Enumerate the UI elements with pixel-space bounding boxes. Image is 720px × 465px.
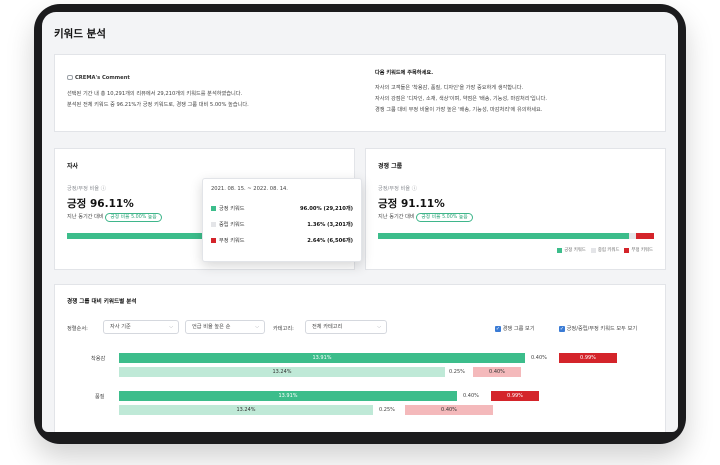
legend-neutral-swatch [590,247,596,253]
legend-positive: 긍정 키워드 [557,247,586,253]
insight-card: CREMA's Comment 선택된 기간 내 총 10,291개의 리뷰에서… [54,54,666,132]
own-neutral-value: 0.40% [531,355,547,361]
legend-negative-swatch [624,247,630,253]
comp-negative-seg[interactable] [636,233,654,239]
own-compare-pill: 긍정 비율 5.00% 높음 [105,213,162,222]
tooltip-positive-swatch [211,205,216,211]
comp-neutral-seg[interactable] [629,233,637,239]
comp-legend: 긍정 키워드 중립 키워드 부정 키워드 [557,247,653,253]
tooltip-row-negative: 부정 키워드 2.64% (6,506개) [211,235,353,245]
page-title: 키워드 분석 [54,28,106,40]
analysis-title: 경쟁 그룹 대비 키워드별 분석 [67,299,137,305]
comp-big-value: 긍정 91.11% [378,198,445,210]
own-positive-bar[interactable]: 13.91% [119,391,457,401]
comp-compare-pill: 긍정 비율 5.00% 높음 [416,213,473,222]
comp-compare-label: 지난 동기간 대비 [378,214,415,220]
focus-line-3: 경쟁 그룹 대비 부정 비율이 가장 높은 '배송, 기능성, 마감처리'에 유… [375,107,543,113]
chevron-down-icon: ⌵ [255,324,259,330]
comp-neutral-value: 0.25% [379,407,395,413]
screen: 키워드 분석 CREMA's Comment 선택된 기간 내 총 10,291… [42,12,678,432]
show-competitor-checkbox[interactable]: ✓ 경쟁 그룹 보기 [495,325,535,332]
comment-heading: CREMA's Comment [75,75,130,81]
comp-negative-bar[interactable]: 0.40% [405,405,493,415]
legend-positive-swatch [557,247,563,253]
comp-positive-bar[interactable]: 13.24% [119,367,445,377]
checkbox-checked-icon[interactable]: ✓ [559,325,565,332]
tooltip-neutral-swatch [211,221,216,227]
own-negative-bar[interactable]: 0.99% [491,391,539,401]
comment-line-1: 선택된 기간 내 총 10,291개의 리뷰에서 29,210개의 키워드를 분… [67,91,243,97]
comp-metric-label: 긍정/부정 비율 ⓘ [378,186,417,192]
own-compare-row: 지난 동기간 대비 긍정 비율 5.00% 높음 [67,213,162,222]
checkbox-checked-icon[interactable]: ✓ [495,325,501,332]
legend-neutral: 중립 키워드 [590,247,619,253]
own-big-value: 긍정 96.11% [67,198,134,210]
comp-card-title: 경쟁 그룹 [378,163,403,170]
competitor-card: 경쟁 그룹 긍정/부정 비율 ⓘ 긍정 91.11% 지난 동기간 대비 긍정 … [365,148,666,270]
category-dropdown[interactable]: 전체 카테고리 ⌵ [305,320,387,334]
own-neutral-value: 0.40% [463,393,479,399]
sort-mention-dropdown[interactable]: 언급 비율 높은 순 ⌵ [185,320,265,334]
keyword-analysis-card: 경쟁 그룹 대비 키워드별 분석 정렬순서: 자사 기준 ⌵ 언급 비율 높은 순… [54,284,666,432]
ratio-tooltip: 2021. 08. 15. ~ 2022. 08. 14. 긍정 키워드 96.… [202,178,362,262]
comp-positive-seg[interactable] [378,233,630,239]
speech-bubble-icon [67,75,73,80]
info-icon[interactable]: ⓘ [101,186,106,192]
focus-line-2: 자사의 강점은 '디자인, 소재, 색상'이며, 약점은 '배송, 기능성, 마… [375,96,547,102]
keyword-name: 착용감 [91,356,106,362]
comment-line-2: 분석된 전체 키워드 중 96.21%가 긍정 키워드로, 경쟁 그룹 대비 5… [67,102,249,108]
keyword-name: 품질 [95,394,105,400]
tooltip-row-positive: 긍정 키워드 96.00% (29,210개) [211,203,353,213]
focus-heading: 다음 키워드에 주목하세요. [375,70,434,76]
show-all-keywords-checkbox[interactable]: ✓ 긍정/중립/부정 키워드 모두 보기 [559,325,637,332]
own-metric-label: 긍정/부정 비율 ⓘ [67,186,106,192]
tooltip-period: 2021. 08. 15. ~ 2022. 08. 14. [211,186,288,192]
own-compare-label: 지난 동기간 대비 [67,214,104,220]
comment-heading-row: CREMA's Comment [67,75,130,81]
comp-negative-bar[interactable]: 0.40% [473,367,521,377]
comp-ratio-bar [378,233,654,239]
own-negative-bar[interactable]: 0.99% [559,353,617,363]
comp-compare-row: 지난 동기간 대비 긍정 비율 5.00% 높음 [378,213,473,222]
chevron-down-icon: ⌵ [377,324,381,330]
tooltip-negative-swatch [211,237,216,243]
sort-own-dropdown[interactable]: 자사 기준 ⌵ [103,320,179,334]
chevron-down-icon: ⌵ [169,324,173,330]
sort-label: 정렬순서: [67,326,88,332]
own-card-title: 자사 [67,163,79,170]
legend-negative: 부정 키워드 [624,247,653,253]
own-positive-bar[interactable]: 13.91% [119,353,525,363]
tooltip-row-neutral: 중립 키워드 1.36% (3,201개) [211,219,353,229]
comp-neutral-value: 0.25% [449,369,465,375]
info-icon[interactable]: ⓘ [412,186,417,192]
category-label: 카테고리: [273,326,294,332]
focus-line-1: 자사의 고객들은 '착용감, 품질, 디자인'을 가장 중요하게 생각합니다. [375,85,524,91]
comp-positive-bar[interactable]: 13.24% [119,405,373,415]
